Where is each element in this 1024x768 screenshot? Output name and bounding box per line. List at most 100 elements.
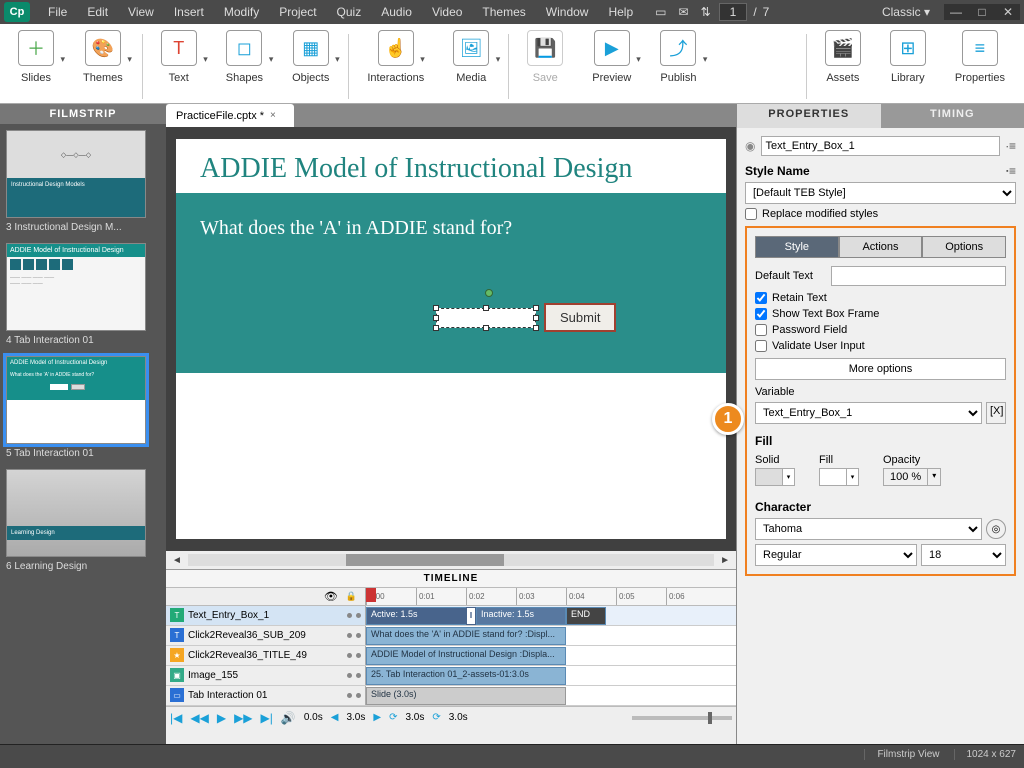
rotation-handle[interactable] [485, 289, 493, 297]
ribbon-slides[interactable]: ＋ Slides [4, 30, 69, 103]
resize-handle[interactable] [433, 325, 439, 331]
solid-swatch[interactable]: ▾ [755, 468, 795, 486]
menu-edit[interactable]: Edit [77, 5, 118, 19]
retain-text-checkbox[interactable] [755, 292, 767, 304]
stage[interactable]: ADDIE Model of Instructional Design What… [166, 127, 736, 551]
close-tab-icon[interactable]: × [270, 110, 276, 121]
horizontal-scrollbar[interactable]: ◄ ► [166, 551, 736, 569]
ribbon-library[interactable]: ⊞ Library [876, 30, 941, 103]
font-style-select[interactable]: Regular [755, 544, 917, 566]
window-maximize-icon[interactable]: □ [970, 4, 994, 20]
themes-icon[interactable]: 🎨 [85, 30, 121, 66]
menu-audio[interactable]: Audio [371, 5, 422, 19]
filmstrip-slide-6[interactable]: Learning Design 6 Learning Design [6, 469, 160, 572]
resize-handle[interactable] [433, 315, 439, 321]
timeline-row[interactable]: ▣Image_155 25. Tab Interaction 01_2-asse… [166, 666, 736, 686]
preview-icon[interactable]: ▶ [594, 30, 630, 66]
subtab-options[interactable]: Options [922, 236, 1006, 258]
tl-first-icon[interactable]: |◀ [170, 711, 182, 725]
style-select[interactable]: [Default TEB Style] [745, 182, 1016, 204]
resize-handle[interactable] [533, 325, 539, 331]
ribbon-shapes[interactable]: ◻ Shapes [212, 30, 278, 103]
resize-handle[interactable] [533, 305, 539, 311]
publish-icon[interactable]: ⤴ [660, 30, 696, 66]
resize-handle[interactable] [483, 325, 489, 331]
subtab-style[interactable]: Style [755, 236, 839, 258]
ribbon-properties[interactable]: ≡ Properties [941, 30, 1020, 103]
assets-icon[interactable]: 🎬 [825, 30, 861, 66]
variable-select[interactable]: Text_Entry_Box_1 [755, 402, 982, 424]
password-checkbox[interactable] [755, 324, 767, 336]
scroll-right-icon[interactable]: ► [714, 555, 736, 566]
typekit-icon[interactable]: ◎ [986, 519, 1006, 539]
font-family-select[interactable]: Tahoma [755, 518, 982, 540]
opacity-input[interactable]: 100 %▾ [883, 468, 941, 486]
replace-styles-checkbox[interactable] [745, 208, 757, 220]
panel-icon[interactable]: ▭ [655, 5, 666, 19]
playhead[interactable] [366, 588, 376, 602]
menu-help[interactable]: Help [598, 5, 643, 19]
scroll-thumb[interactable] [346, 554, 504, 566]
menu-file[interactable]: File [38, 5, 77, 19]
window-minimize-icon[interactable]: — [944, 4, 968, 20]
document-tab[interactable]: PracticeFile.cptx * × [166, 104, 294, 127]
default-text-input[interactable] [831, 266, 1006, 286]
lock-column-icon[interactable]: 🔒 [346, 591, 357, 602]
filmstrip-slide-4[interactable]: ADDIE Model of Instructional Design—— ——… [6, 243, 160, 346]
tab-timing[interactable]: TIMING [881, 104, 1024, 128]
page-current[interactable]: 1 [719, 3, 748, 21]
submit-button[interactable]: Submit [544, 303, 616, 332]
ribbon-interactions[interactable]: ☝ Interactions [353, 30, 439, 103]
menu-window[interactable]: Window [536, 5, 599, 19]
ribbon-assets[interactable]: 🎬 Assets [811, 30, 876, 103]
resize-handle[interactable] [483, 305, 489, 311]
mail-icon[interactable]: ✉ [679, 5, 689, 19]
ribbon-media[interactable]: 🖼 Media [439, 30, 504, 103]
text-entry-box[interactable] [436, 308, 536, 328]
resize-handle[interactable] [533, 315, 539, 321]
library-icon[interactable]: ⊞ [890, 30, 926, 66]
subtab-actions[interactable]: Actions [839, 236, 923, 258]
visibility-icon[interactable]: ◉ [745, 139, 755, 153]
tl-last-icon[interactable]: ▶| [261, 711, 273, 725]
ribbon-themes[interactable]: 🎨 Themes [69, 30, 138, 103]
slides-icon[interactable]: ＋ [18, 30, 54, 66]
resize-handle[interactable] [433, 305, 439, 311]
show-frame-checkbox[interactable] [755, 308, 767, 320]
zoom-slider[interactable] [632, 716, 732, 720]
ribbon-publish[interactable]: ⤴ Publish [646, 30, 711, 103]
window-close-icon[interactable]: ✕ [996, 4, 1020, 20]
sync-icon[interactable]: ⇅ [701, 5, 711, 19]
objects-icon[interactable]: ▦ [293, 30, 329, 66]
font-size-select[interactable]: 18 [921, 544, 1006, 566]
properties-icon[interactable]: ≡ [962, 30, 998, 66]
menu-insert[interactable]: Insert [164, 5, 214, 19]
more-options-button[interactable]: More options [755, 358, 1006, 380]
menu-quiz[interactable]: Quiz [327, 5, 372, 19]
ribbon-preview[interactable]: ▶ Preview [578, 30, 646, 103]
timeline-row[interactable]: ▭Tab Interaction 01 Slide (3.0s) [166, 686, 736, 706]
timeline-ruler[interactable]: 0:00 0:01 0:02 0:03 0:04 0:05 0:06 [366, 588, 736, 605]
tl-audio-icon[interactable]: 🔊 [281, 711, 296, 725]
object-menu-icon[interactable]: ∙≡ [1006, 139, 1016, 153]
ribbon-text[interactable]: T Text [147, 30, 212, 103]
timeline-row[interactable]: ★Click2Reveal36_TITLE_49 ADDIE Model of … [166, 646, 736, 666]
interactions-icon[interactable]: ☝ [378, 30, 414, 66]
object-name-input[interactable] [761, 136, 999, 156]
timeline-row[interactable]: TClick2Reveal36_SUB_209 What does the 'A… [166, 626, 736, 646]
media-icon[interactable]: 🖼 [453, 30, 489, 66]
variable-clear-button[interactable]: [X] [986, 402, 1006, 424]
filmstrip-slide-5[interactable]: ADDIE Model of Instructional DesignWhat … [6, 356, 160, 459]
menu-modify[interactable]: Modify [214, 5, 269, 19]
visibility-column-icon[interactable]: 👁 [324, 590, 338, 603]
ribbon-objects[interactable]: ▦ Objects [278, 30, 344, 103]
fill-swatch[interactable]: ▾ [819, 468, 859, 486]
menu-themes[interactable]: Themes [472, 5, 535, 19]
tl-next-icon[interactable]: ▶▶ [234, 711, 252, 725]
menu-project[interactable]: Project [269, 5, 326, 19]
tab-properties[interactable]: PROPERTIES [737, 104, 881, 128]
timeline-row[interactable]: TText_Entry_Box_1 Active: 1.5s‖Inactive:… [166, 606, 736, 626]
style-menu-icon[interactable]: ∙≡ [1006, 164, 1016, 178]
filmstrip-slide-3[interactable]: ◇—◇—◇Instructional Design Models 3 Instr… [6, 130, 160, 233]
text-icon[interactable]: T [161, 30, 197, 66]
